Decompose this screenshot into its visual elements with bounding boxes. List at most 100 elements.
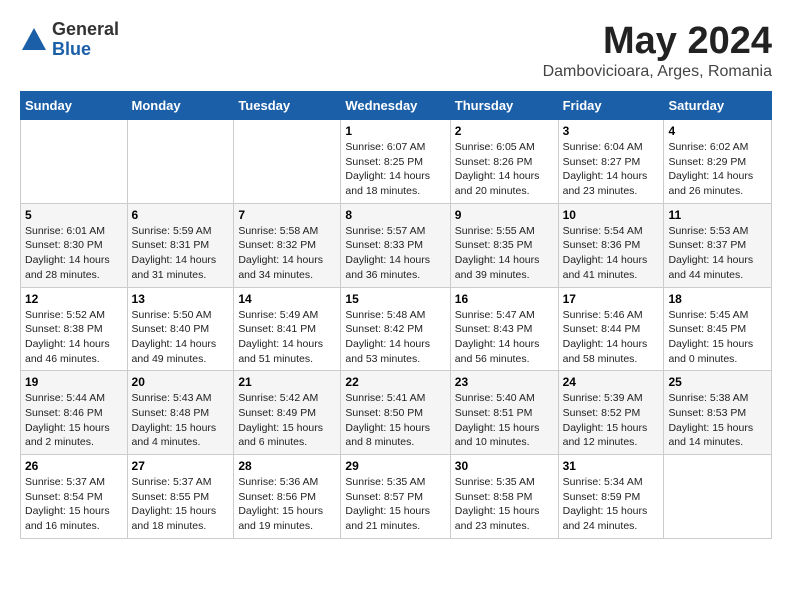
calendar-cell: 6 Sunrise: 5:59 AMSunset: 8:31 PMDaylight… — [127, 203, 234, 287]
day-number: 11 — [668, 208, 767, 222]
cell-content: Sunrise: 5:37 AMSunset: 8:55 PMDaylight:… — [132, 475, 230, 534]
calendar-cell: 1Sunrise: 6:07 AMSunset: 8:25 PMDaylight… — [341, 120, 450, 204]
day-number: 18 — [668, 292, 767, 306]
day-number: 15 — [345, 292, 445, 306]
calendar-cell: 10Sunrise: 5:54 AMSunset: 8:36 PMDayligh… — [558, 203, 664, 287]
day-number: 6 — [132, 208, 230, 222]
calendar-week-row: 26 Sunrise: 5:37 AMSunset: 8:54 PMDayligh… — [21, 455, 772, 539]
calendar-cell: 29 Sunrise: 5:35 AMSunset: 8:57 PMDayligh… — [341, 455, 450, 539]
calendar-cell: 14Sunrise: 5:49 AMSunset: 8:41 PMDayligh… — [234, 287, 341, 371]
calendar-cell: 30 Sunrise: 5:35 AMSunset: 8:58 PMDayligh… — [450, 455, 558, 539]
cell-content: Sunrise: 5:47 AMSunset: 8:43 PMDaylight:… — [455, 308, 554, 367]
calendar-cell: 23 Sunrise: 5:40 AMSunset: 8:51 PMDayligh… — [450, 371, 558, 455]
calendar-cell: 13 Sunrise: 5:50 AMSunset: 8:40 PMDayligh… — [127, 287, 234, 371]
day-number: 4 — [668, 124, 767, 138]
calendar-cell: 3Sunrise: 6:04 AMSunset: 8:27 PMDaylight… — [558, 120, 664, 204]
calendar-week-row: 19Sunrise: 5:44 AMSunset: 8:46 PMDayligh… — [21, 371, 772, 455]
calendar-weekday-header: Thursday — [450, 92, 558, 120]
calendar-cell — [664, 455, 772, 539]
cell-content: Sunrise: 5:40 AMSunset: 8:51 PMDaylight:… — [455, 391, 554, 450]
day-number: 27 — [132, 459, 230, 473]
day-number: 26 — [25, 459, 123, 473]
page-header: General Blue May 2024 Dambovicioara, Arg… — [20, 20, 772, 81]
day-number: 3 — [563, 124, 660, 138]
calendar-weekday-header: Saturday — [664, 92, 772, 120]
calendar-week-row: 1Sunrise: 6:07 AMSunset: 8:25 PMDaylight… — [21, 120, 772, 204]
cell-content: Sunrise: 6:02 AMSunset: 8:29 PMDaylight:… — [668, 140, 767, 199]
cell-content: Sunrise: 5:36 AMSunset: 8:56 PMDaylight:… — [238, 475, 336, 534]
cell-content: Sunrise: 5:45 AMSunset: 8:45 PMDaylight:… — [668, 308, 767, 367]
calendar-cell: 4 Sunrise: 6:02 AMSunset: 8:29 PMDaylight… — [664, 120, 772, 204]
cell-content: Sunrise: 5:41 AMSunset: 8:50 PMDaylight:… — [345, 391, 445, 450]
day-number: 31 — [563, 459, 660, 473]
day-number: 30 — [455, 459, 554, 473]
day-number: 7 — [238, 208, 336, 222]
day-number: 13 — [132, 292, 230, 306]
day-number: 12 — [25, 292, 123, 306]
calendar-cell: 7Sunrise: 5:58 AMSunset: 8:32 PMDaylight… — [234, 203, 341, 287]
calendar-cell — [127, 120, 234, 204]
cell-content: Sunrise: 5:52 AMSunset: 8:38 PMDaylight:… — [25, 308, 123, 367]
day-number: 2 — [455, 124, 554, 138]
calendar-weekday-header: Sunday — [21, 92, 128, 120]
title-section: May 2024 Dambovicioara, Arges, Romania — [543, 20, 772, 81]
cell-content: Sunrise: 6:05 AMSunset: 8:26 PMDaylight:… — [455, 140, 554, 199]
day-number: 1 — [345, 124, 445, 138]
cell-content: Sunrise: 5:50 AMSunset: 8:40 PMDaylight:… — [132, 308, 230, 367]
logo: General Blue — [20, 20, 119, 60]
logo-text: General Blue — [52, 20, 119, 60]
cell-content: Sunrise: 5:57 AMSunset: 8:33 PMDaylight:… — [345, 224, 445, 283]
calendar-cell: 21Sunrise: 5:42 AMSunset: 8:49 PMDayligh… — [234, 371, 341, 455]
cell-content: Sunrise: 5:48 AMSunset: 8:42 PMDaylight:… — [345, 308, 445, 367]
day-number: 5 — [25, 208, 123, 222]
cell-content: Sunrise: 5:37 AMSunset: 8:54 PMDaylight:… — [25, 475, 123, 534]
day-number: 25 — [668, 375, 767, 389]
month-title: May 2024 — [543, 20, 772, 63]
cell-content: Sunrise: 5:35 AMSunset: 8:57 PMDaylight:… — [345, 475, 445, 534]
calendar-cell: 12 Sunrise: 5:52 AMSunset: 8:38 PMDayligh… — [21, 287, 128, 371]
cell-content: Sunrise: 5:42 AMSunset: 8:49 PMDaylight:… — [238, 391, 336, 450]
calendar-cell: 16 Sunrise: 5:47 AMSunset: 8:43 PMDayligh… — [450, 287, 558, 371]
calendar-cell: 18 Sunrise: 5:45 AMSunset: 8:45 PMDayligh… — [664, 287, 772, 371]
day-number: 24 — [563, 375, 660, 389]
calendar-cell: 2 Sunrise: 6:05 AMSunset: 8:26 PMDaylight… — [450, 120, 558, 204]
day-number: 28 — [238, 459, 336, 473]
logo-blue: Blue — [52, 40, 119, 60]
day-number: 17 — [563, 292, 660, 306]
logo-general: General — [52, 20, 119, 40]
calendar-cell: 5 Sunrise: 6:01 AMSunset: 8:30 PMDaylight… — [21, 203, 128, 287]
cell-content: Sunrise: 5:59 AMSunset: 8:31 PMDaylight:… — [132, 224, 230, 283]
cell-content: Sunrise: 5:44 AMSunset: 8:46 PMDaylight:… — [25, 391, 123, 450]
day-number: 22 — [345, 375, 445, 389]
cell-content: Sunrise: 6:01 AMSunset: 8:30 PMDaylight:… — [25, 224, 123, 283]
calendar-weekday-header: Monday — [127, 92, 234, 120]
calendar-cell: 9Sunrise: 5:55 AMSunset: 8:35 PMDaylight… — [450, 203, 558, 287]
calendar-cell: 22 Sunrise: 5:41 AMSunset: 8:50 PMDayligh… — [341, 371, 450, 455]
day-number: 23 — [455, 375, 554, 389]
cell-content: Sunrise: 5:49 AMSunset: 8:41 PMDaylight:… — [238, 308, 336, 367]
calendar-cell: 20Sunrise: 5:43 AMSunset: 8:48 PMDayligh… — [127, 371, 234, 455]
calendar-cell: 17 Sunrise: 5:46 AMSunset: 8:44 PMDayligh… — [558, 287, 664, 371]
calendar-cell: 28 Sunrise: 5:36 AMSunset: 8:56 PMDayligh… — [234, 455, 341, 539]
cell-content: Sunrise: 5:39 AMSunset: 8:52 PMDaylight:… — [563, 391, 660, 450]
calendar-cell: 11Sunrise: 5:53 AMSunset: 8:37 PMDayligh… — [664, 203, 772, 287]
calendar-cell: 15 Sunrise: 5:48 AMSunset: 8:42 PMDayligh… — [341, 287, 450, 371]
calendar-weekday-header: Wednesday — [341, 92, 450, 120]
calendar-cell: 8 Sunrise: 5:57 AMSunset: 8:33 PMDaylight… — [341, 203, 450, 287]
day-number: 16 — [455, 292, 554, 306]
day-number: 29 — [345, 459, 445, 473]
calendar-cell: 27 Sunrise: 5:37 AMSunset: 8:55 PMDayligh… — [127, 455, 234, 539]
calendar-week-row: 12 Sunrise: 5:52 AMSunset: 8:38 PMDayligh… — [21, 287, 772, 371]
day-number: 20 — [132, 375, 230, 389]
cell-content: Sunrise: 5:35 AMSunset: 8:58 PMDaylight:… — [455, 475, 554, 534]
calendar-weekday-header: Friday — [558, 92, 664, 120]
calendar-cell: 26 Sunrise: 5:37 AMSunset: 8:54 PMDayligh… — [21, 455, 128, 539]
cell-content: Sunrise: 5:46 AMSunset: 8:44 PMDaylight:… — [563, 308, 660, 367]
day-number: 8 — [345, 208, 445, 222]
calendar-cell: 19Sunrise: 5:44 AMSunset: 8:46 PMDayligh… — [21, 371, 128, 455]
location: Dambovicioara, Arges, Romania — [543, 63, 772, 81]
day-number: 9 — [455, 208, 554, 222]
calendar-cell: 24 Sunrise: 5:39 AMSunset: 8:52 PMDayligh… — [558, 371, 664, 455]
logo-icon — [20, 26, 48, 54]
calendar-cell — [234, 120, 341, 204]
